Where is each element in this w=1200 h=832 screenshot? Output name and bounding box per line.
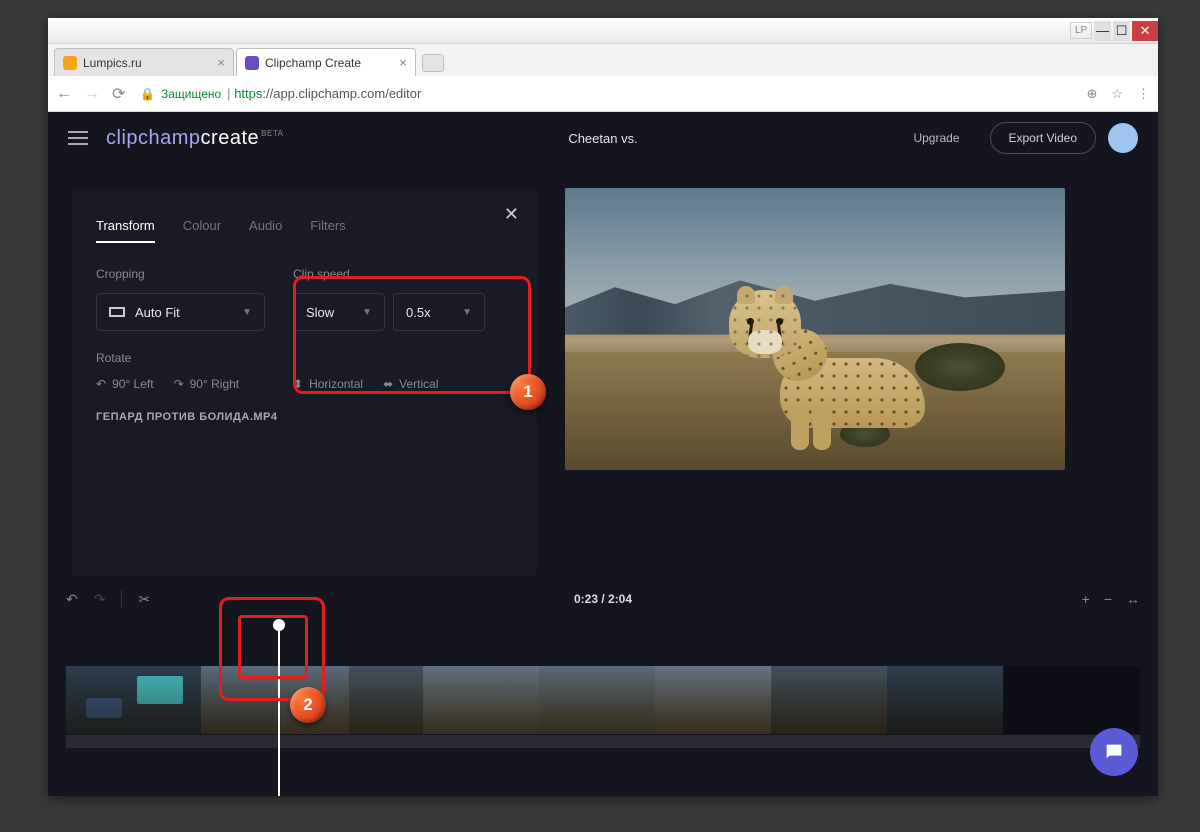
chat-button[interactable] [1090,728,1138,776]
timeline-clip[interactable] [349,666,423,734]
timeline-toolbar: ↶ ↷ ✂ 0:23 / 2:04 + − ↔ [66,584,1140,614]
forward-icon[interactable]: → [84,85,102,103]
tab-transform[interactable]: Transform [96,218,155,243]
window-close-button[interactable]: ✕ [1132,21,1158,41]
close-panel-button[interactable]: ✕ [504,204,519,225]
browser-window: LP — ☐ ✕ Lumpics.ru × Clipchamp Create ×… [48,18,1158,796]
timeline-time: 0:23 / 2:04 [574,592,632,606]
chevron-down-icon: ▼ [242,307,252,318]
chevron-down-icon: ▼ [362,307,372,318]
zoom-fit-icon[interactable]: ↔ [1126,591,1140,607]
timeline-clip[interactable] [539,666,655,734]
favicon-icon [63,56,77,70]
clip-filename: ГЕПАРД ПРОТИВ БОЛИДА.MP4 [96,411,513,423]
favicon-icon [245,56,259,70]
workspace: ✕ Transform Colour Audio Filters Croppin… [48,164,1158,576]
export-video-button[interactable]: Export Video [990,122,1097,154]
bookmark-icon[interactable]: ☆ [1111,86,1123,102]
browser-tab-clipchamp[interactable]: Clipchamp Create × [236,48,416,76]
tab-audio[interactable]: Audio [249,218,282,243]
url-text: | https://app.clipchamp.com/editor [227,86,421,101]
close-icon[interactable]: × [217,55,225,70]
rotate-left-button[interactable]: ↶ 90° Left [96,377,154,391]
timeline-clip[interactable] [66,666,201,734]
tab-title: Lumpics.ru [83,56,142,70]
undo-icon[interactable]: ↶ [66,591,78,608]
user-avatar[interactable] [1108,123,1138,153]
timeline-clip[interactable] [201,666,281,734]
cheetah-illustration [695,282,925,442]
panel-tabs: Transform Colour Audio Filters [96,218,513,243]
redo-icon[interactable]: ↷ [94,591,106,608]
annotation-badge-1: 1 [510,374,546,410]
project-title[interactable]: Cheetan vs. [568,131,637,146]
annotation-badge-2: 2 [290,687,326,723]
timeline-track[interactable] [66,666,1140,734]
chevron-down-icon: ▼ [462,307,472,318]
tab-colour[interactable]: Colour [183,218,221,243]
edit-panel: ✕ Transform Colour Audio Filters Croppin… [72,188,537,576]
timeline: ↶ ↷ ✂ 0:23 / 2:04 + − ↔ [48,576,1158,796]
menu-icon[interactable]: ⋮ [1137,86,1150,102]
timeline-clip[interactable] [771,666,887,734]
clipchamp-app: clipchampcreateBETA Cheetan vs. Upgrade … [48,112,1158,796]
timeline-clip[interactable] [887,666,1003,734]
tab-title: Clipchamp Create [265,56,361,70]
split-icon[interactable]: ✂ [138,591,150,608]
cropping-label: Cropping [96,267,265,281]
timeline-clip[interactable] [423,666,539,734]
rotate-label: Rotate [96,351,265,365]
timeline-clip[interactable] [655,666,771,734]
timeline-audio-track[interactable] [66,734,1140,748]
speed-mode-dropdown[interactable]: Slow ▼ [293,293,385,331]
speed-value-dropdown[interactable]: 0.5x ▼ [393,293,485,331]
autofit-icon [109,307,125,317]
app-header: clipchampcreateBETA Cheetan vs. Upgrade … [48,112,1158,164]
zoom-in-icon[interactable]: + [1082,591,1090,607]
tab-filters[interactable]: Filters [310,218,345,243]
preview-area [565,188,1134,576]
back-icon[interactable]: ← [56,85,74,103]
app-logo: clipchampcreateBETA [106,127,283,150]
browser-tab-lumpics[interactable]: Lumpics.ru × [54,48,234,76]
browser-tabstrip: Lumpics.ru × Clipchamp Create × [48,44,1158,76]
clip-speed-label: Clip speed [293,267,513,281]
cropping-dropdown[interactable]: Auto Fit ▼ [96,293,265,331]
video-preview[interactable] [565,188,1065,470]
upgrade-button[interactable]: Upgrade [895,123,977,153]
timeline-playhead[interactable] [278,625,280,796]
new-tab-button[interactable] [422,54,444,72]
flip-vertical-button[interactable]: ⬌ Vertical [383,377,438,391]
window-titlebar: LP — ☐ ✕ [48,18,1158,44]
browser-address-bar: ← → ⟳ 🔒 Защищено | https://app.clipchamp… [48,76,1158,112]
close-icon[interactable]: × [399,55,407,70]
zoom-out-icon[interactable]: − [1104,591,1112,607]
flip-horizontal-button[interactable]: ⬍ Horizontal [293,377,363,391]
secure-label: Защищено [161,87,221,101]
window-minimize-button[interactable]: — [1094,21,1111,41]
speed-multiplier: 0.5x [406,305,431,320]
lp-badge: LP [1070,22,1092,39]
url-input[interactable]: 🔒 Защищено | https://app.clipchamp.com/e… [140,86,1076,101]
rotate-right-button[interactable]: ↷ 90° Right [174,377,240,391]
lock-icon: 🔒 [140,87,155,101]
translate-icon[interactable]: ⊕ [1086,86,1097,102]
window-maximize-button[interactable]: ☐ [1113,21,1130,41]
hamburger-icon[interactable] [68,131,88,145]
cropping-value: Auto Fit [135,305,180,320]
speed-mode-value: Slow [306,305,334,320]
reload-icon[interactable]: ⟳ [112,84,130,104]
